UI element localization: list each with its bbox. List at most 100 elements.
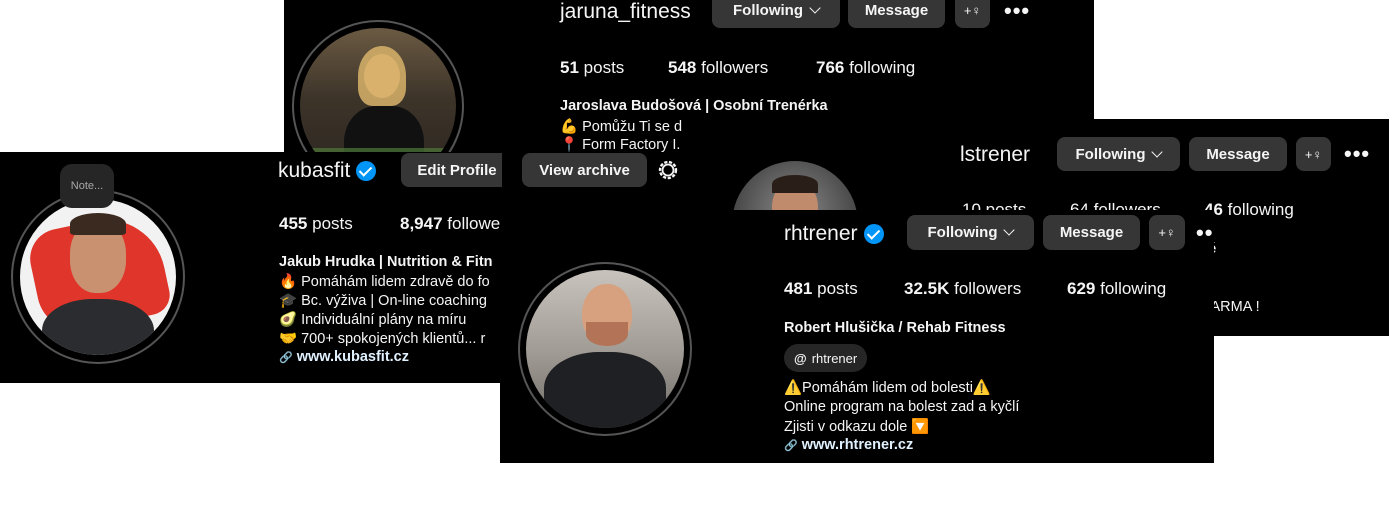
bio-emoji: 💪: [560, 119, 579, 135]
settings-gear-icon[interactable]: [656, 158, 680, 182]
bio-text: Bc. výživa | On-line coaching: [301, 293, 487, 309]
posts-stat[interactable]: 51 posts: [560, 58, 624, 78]
chevron-down-icon: [1003, 224, 1016, 236]
posts-label: posts: [817, 279, 858, 298]
website-link[interactable]: 🔗 www.rhtrener.cz: [784, 437, 913, 453]
verified-badge-icon: [863, 224, 884, 245]
threads-label: rhtrener: [811, 350, 858, 366]
followers-label: followe: [447, 214, 501, 233]
link-icon: 🔗: [279, 352, 293, 364]
note-label: Note...: [70, 180, 104, 192]
profile-card-rhtrener: rhtrener Following Message +♀ •• 481 pos…: [500, 210, 1214, 463]
verified-badge-icon: [356, 161, 377, 182]
link-icon: 🔗: [784, 440, 798, 452]
bio-emoji: 🔥: [279, 274, 298, 290]
posts-stat[interactable]: 455 posts: [279, 214, 353, 234]
add-user-glyph: +♀: [1304, 146, 1323, 162]
following-label: Following: [1075, 145, 1146, 163]
username-text: rhtrener: [784, 222, 858, 245]
bio-emoji: 🎓: [279, 293, 298, 309]
following-stat-label: following: [849, 58, 916, 77]
bio-line: ⚠️Pomáhám lidem od bolesti⚠️: [784, 380, 991, 396]
followers-label: followers: [701, 58, 769, 77]
message-button[interactable]: Message: [1043, 215, 1140, 250]
following-stat[interactable]: 766 following: [816, 58, 915, 78]
posts-count: 481: [784, 279, 813, 298]
bio-text: Pomůžu Ti se d: [582, 119, 683, 135]
profile-card-kubasfit: Note... kubasfit Edit Profile View archi…: [0, 152, 502, 383]
avatar-rhtrener[interactable]: [526, 270, 684, 428]
bio-line: 📍 Form Factory I.: [560, 136, 680, 153]
username: lstrener: [960, 143, 1031, 166]
add-user-glyph: +♀: [1158, 225, 1176, 240]
edit-profile-button[interactable]: Edit Profile: [401, 153, 502, 187]
following-label: Following: [733, 1, 803, 19]
view-archive-button[interactable]: View archive: [522, 153, 647, 187]
chevron-down-icon: [1151, 145, 1164, 158]
website-text: www.rhtrener.cz: [801, 437, 914, 453]
avatar-figure-hair: [70, 213, 126, 235]
bio-emoji: 🤝: [279, 331, 298, 347]
bio-line: 🎓 Bc. výživa | On-line coaching: [279, 292, 502, 309]
display-name: Robert Hlušička / Rehab Fitness: [784, 320, 1006, 336]
posts-label: posts: [312, 214, 353, 233]
display-name: Jakub Hrudka | Nutrition & Fitn: [279, 254, 493, 270]
following-button[interactable]: Following: [1057, 137, 1180, 171]
following-count: 766: [816, 58, 845, 77]
username: rhtrener: [784, 222, 884, 246]
threads-icon: @: [794, 350, 807, 366]
more-options-icon[interactable]: •••: [1344, 141, 1370, 167]
website-link[interactable]: 🔗 www.kubasfit.cz: [279, 349, 502, 365]
avatar-figure-body: [544, 352, 666, 428]
bio-text: Pomáhám lidem zdravě do fo: [301, 274, 490, 290]
following-button[interactable]: Following: [712, 0, 840, 28]
following-stat[interactable]: 46 following: [1204, 200, 1294, 220]
following-stat-label: following: [1227, 200, 1294, 219]
following-stat-label: following: [1100, 279, 1167, 298]
avatar-figure-hair: [772, 175, 818, 193]
bio-emoji: 🥑: [279, 312, 298, 328]
avatar-figure-beard: [586, 322, 628, 346]
more-options-icon[interactable]: •••: [1004, 0, 1030, 24]
more-options-icon[interactable]: ••: [1196, 220, 1213, 246]
bio-line: Online program na bolest zad a kyčlí: [784, 399, 1020, 415]
gear-icon: [658, 160, 678, 180]
note-bubble[interactable]: Note...: [60, 164, 114, 208]
bio-text: Form Factory I.: [582, 137, 681, 153]
following-label: Following: [927, 224, 998, 241]
avatar-kubasfit[interactable]: [20, 199, 176, 355]
add-user-icon[interactable]: +♀: [1296, 137, 1331, 171]
display-name: Jaroslava Budošová | Osobní Trenérka: [560, 98, 828, 114]
chevron-down-icon: [809, 1, 821, 14]
followers-count: 32.5K: [904, 279, 950, 298]
website-text: www.kubasfit.cz: [296, 349, 409, 365]
posts-count: 455: [279, 214, 308, 233]
bio-text: 700+ spokojených klientů... r: [301, 331, 486, 347]
bio-text: Individuální plány na míru: [301, 312, 467, 328]
posts-label: posts: [583, 58, 625, 77]
add-user-glyph: +♀: [963, 2, 982, 18]
avatar-figure-hair: [358, 46, 406, 106]
following-stat[interactable]: 629 following: [1067, 279, 1166, 299]
bio-emoji: 📍: [560, 137, 579, 153]
followers-count: 8,947: [400, 214, 443, 233]
bio-line: 🤝 700+ spokojených klientů... r: [279, 330, 502, 347]
following-button[interactable]: Following: [907, 215, 1034, 250]
bio-line: 💪 Pomůžu Ti se d: [560, 118, 682, 135]
message-button[interactable]: Message: [848, 0, 945, 28]
followers-stat[interactable]: 8,947 followe: [400, 214, 502, 234]
message-button[interactable]: Message: [1189, 137, 1287, 171]
following-count: 629: [1067, 279, 1096, 298]
followers-stat[interactable]: 32.5K followers: [904, 279, 1021, 299]
username: kubasfit: [278, 159, 377, 183]
posts-stat[interactable]: 481 posts: [784, 279, 858, 299]
threads-badge[interactable]: @ rhtrener: [784, 344, 868, 372]
add-user-icon[interactable]: +♀: [955, 0, 990, 28]
followers-count: 548: [668, 58, 697, 77]
followers-stat[interactable]: 548 followers: [668, 58, 768, 78]
followers-label: followers: [954, 279, 1022, 298]
bio-line: 🔥 Pomáhám lidem zdravě do fo: [279, 273, 502, 290]
bio-line: 🥑 Individuální plány na míru: [279, 311, 502, 328]
add-user-icon[interactable]: +♀: [1149, 215, 1185, 250]
bio-line: Zjisti v odkazu dole 🔽: [784, 419, 930, 435]
